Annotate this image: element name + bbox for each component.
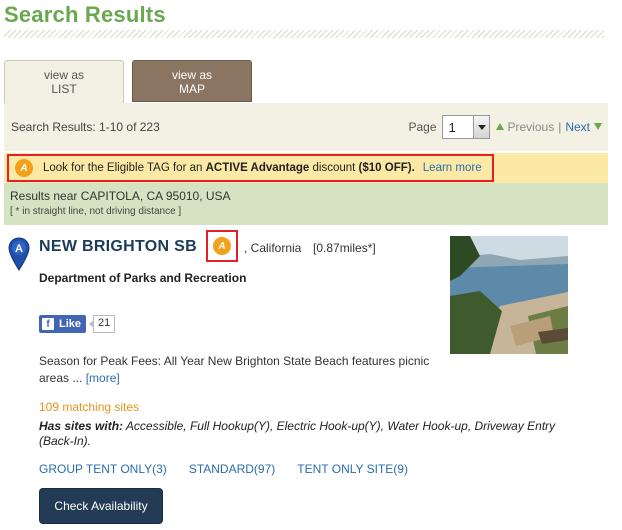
site-type-link-group-tent[interactable]: GROUP TENT ONLY(3) (39, 462, 167, 476)
has-sites-label: Has sites with: (39, 419, 124, 433)
page-label: Page (408, 120, 437, 134)
agency-name: Department of Parks and Recreation (39, 271, 247, 285)
facility-state: , California (244, 241, 302, 255)
map-pin-icon[interactable]: A (8, 237, 30, 271)
promo-text-bold: ACTIVE Advantage (205, 162, 310, 174)
previous-label: Previous (507, 120, 555, 134)
page-select-value: 1 (448, 120, 456, 135)
check-availability-button[interactable]: Check Availability (39, 488, 163, 524)
chevron-down-icon[interactable] (472, 116, 489, 138)
facility-photo[interactable] (450, 236, 568, 354)
page-title: Search Results (4, 2, 166, 27)
next-label: Next (565, 120, 590, 134)
facility-name-link[interactable]: NEW BRIGHTON SB (39, 238, 197, 256)
site-amenities: Has sites with: Accessible, Full Hookup(… (39, 419, 579, 449)
arrow-up-icon (495, 123, 504, 130)
pager-separator: | (558, 120, 562, 134)
site-type-links: GROUP TENT ONLY(3) STANDARD(97) TENT ONL… (39, 462, 430, 476)
active-advantage-tag-icon: A (15, 159, 33, 177)
results-count: Search Results: 1-10 of 223 (11, 120, 160, 134)
next-link[interactable]: Next (565, 120, 602, 134)
tab-view-list-line1: view as (43, 68, 84, 82)
site-type-link-tent-only[interactable]: TENT ONLY SITE(9) (297, 462, 408, 476)
tab-view-list-line2: LIST (51, 82, 77, 96)
results-toolbar: Search Results: 1-10 of 223 Page 1 Previ… (4, 103, 608, 151)
facebook-like-button[interactable]: f Like (39, 315, 87, 333)
like-label: Like (59, 318, 82, 330)
promo-highlight: A Look for the Eligible TAG for an ACTIV… (7, 154, 494, 182)
promo-offer: ($10 OFF). (358, 162, 415, 174)
like-count: 21 (88, 315, 116, 333)
promo-text-mid: discount (309, 162, 359, 174)
matching-sites: 109 matching sites (39, 400, 140, 414)
tab-view-list[interactable]: view as LIST (4, 60, 124, 104)
svg-text:A: A (15, 243, 23, 255)
pager: Page 1 Previous | Next (408, 115, 602, 139)
results-near-title: Results near CAPITOLA, CA 95010, USA (10, 189, 231, 203)
more-link[interactable]: [more] (86, 371, 120, 385)
facebook-icon: f (42, 318, 54, 330)
tab-view-map[interactable]: view as MAP (132, 60, 252, 102)
facility-distance: [0.87miles*] (313, 241, 376, 255)
facility-tag-highlight: A (206, 230, 238, 262)
site-type-link-standard[interactable]: STANDARD(97) (189, 462, 275, 476)
tab-view-map-line1: view as (171, 68, 212, 82)
previous-link[interactable]: Previous (495, 120, 555, 134)
promo-text-before: Look for the Eligible TAG for an (43, 162, 206, 174)
results-near-bar: Results near CAPITOLA, CA 95010, USA [ *… (4, 183, 608, 225)
facility-description: Season for Peak Fees: All Year New Brigh… (39, 353, 439, 387)
tab-view-map-line2: MAP (178, 82, 205, 96)
promo-text: Look for the Eligible TAG for an ACTIVE … (43, 162, 415, 174)
title-divider (4, 30, 604, 38)
distance-note: [ * in straight line, not driving distan… (10, 206, 182, 217)
page-select[interactable]: 1 (441, 115, 490, 139)
active-advantage-tag-icon: A (213, 237, 231, 255)
promo-banner: A Look for the Eligible TAG for an ACTIV… (4, 153, 608, 183)
arrow-down-icon (594, 123, 602, 130)
learn-more-link[interactable]: Learn more (423, 162, 482, 174)
